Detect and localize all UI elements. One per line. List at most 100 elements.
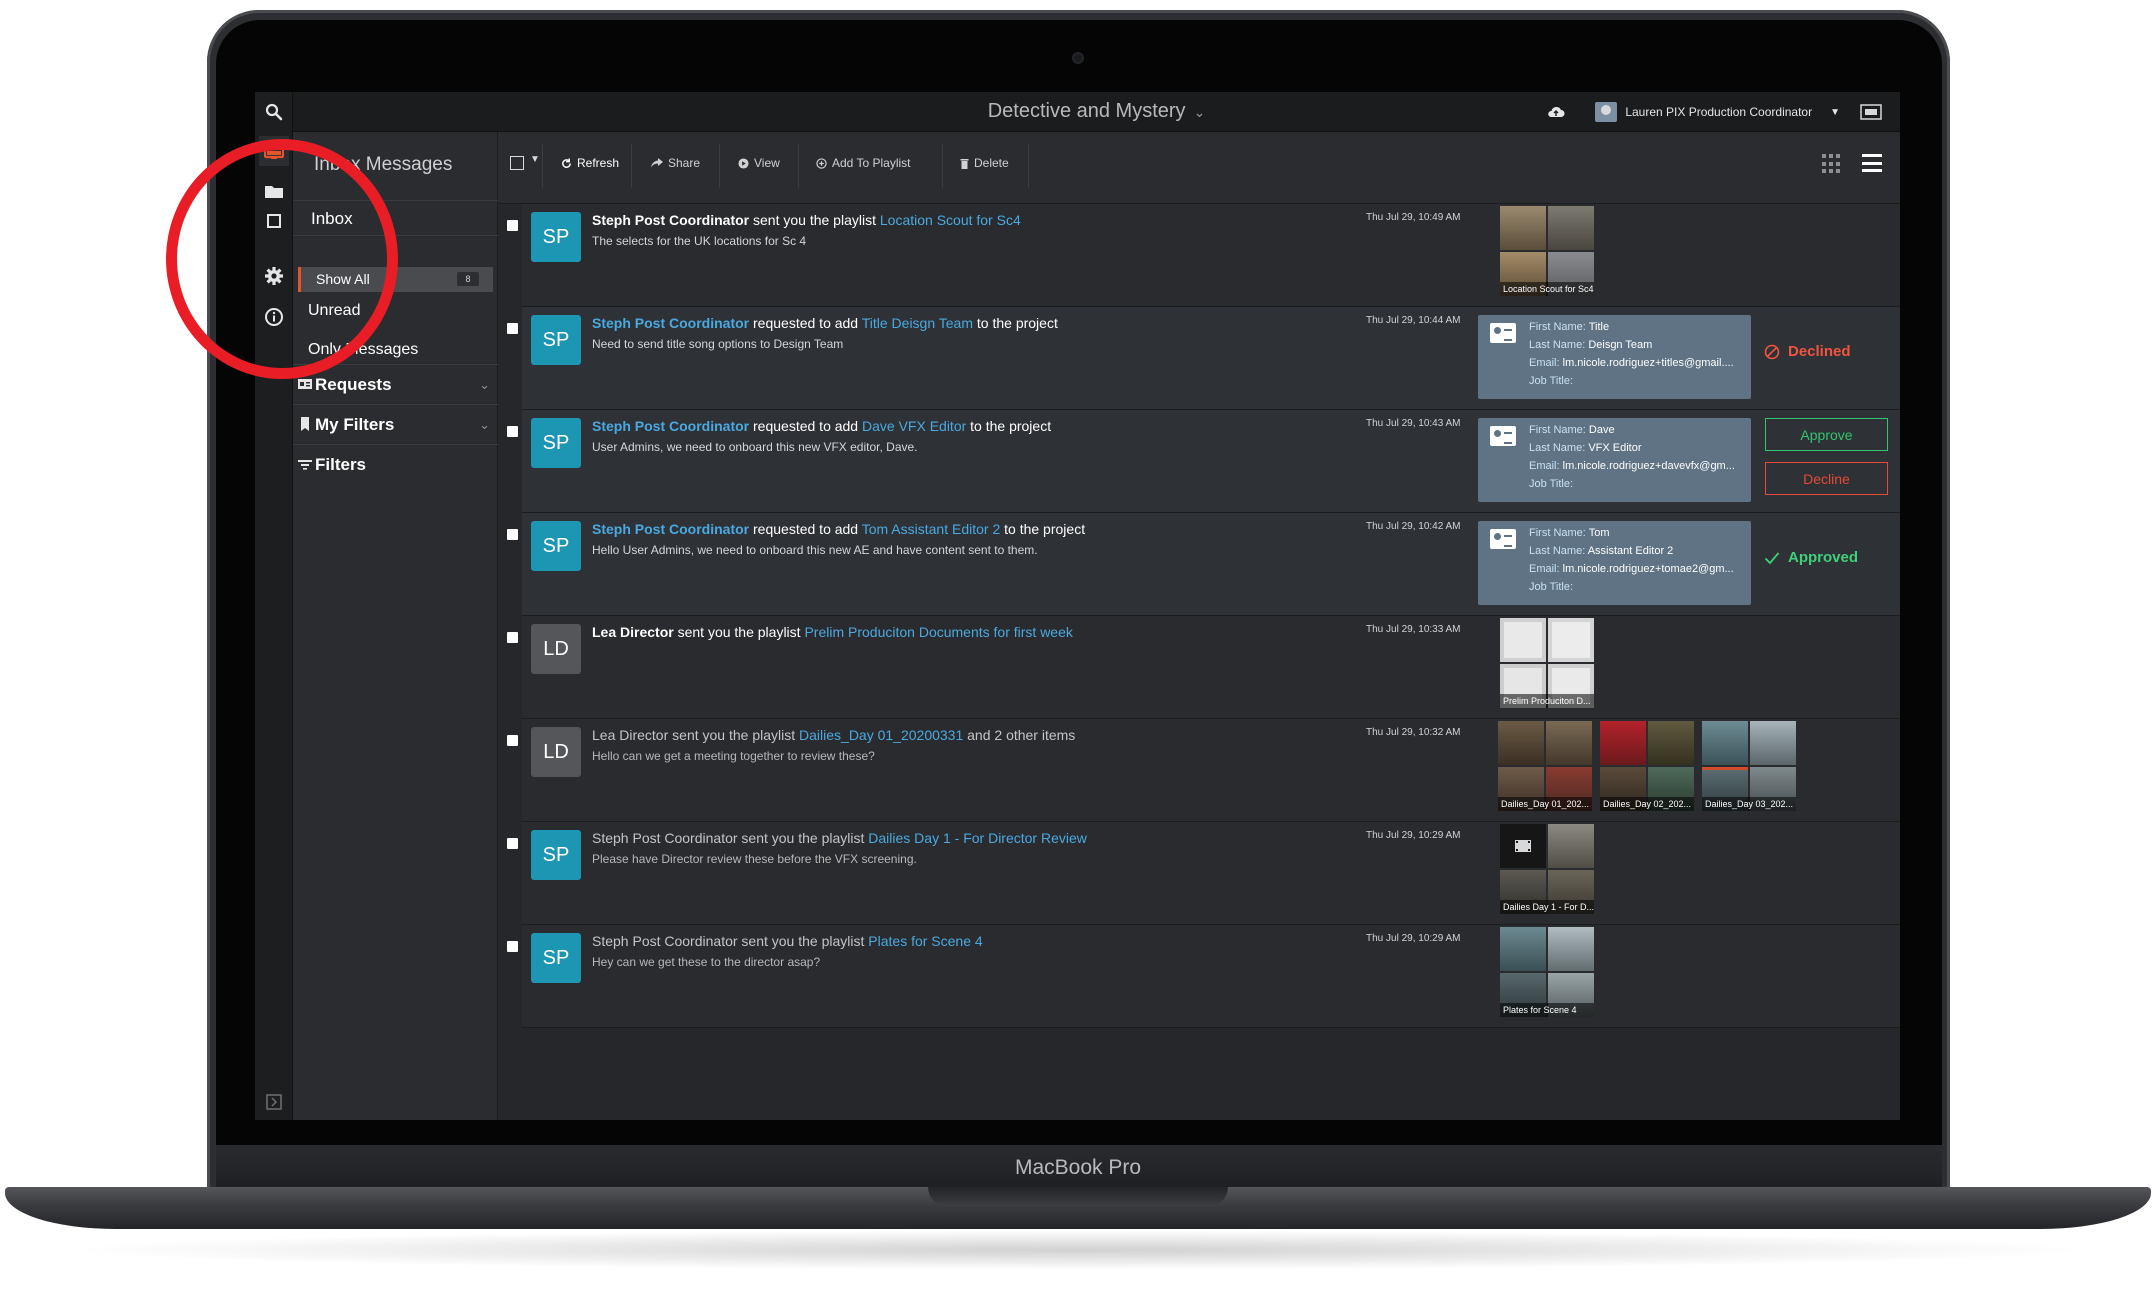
row-checkbox[interactable] — [507, 529, 518, 540]
playlist-thumbnails[interactable]: Plates for Scene 4 — [1500, 927, 1594, 1017]
message-row[interactable]: SP Steph Post Coordinator requested to a… — [507, 513, 1900, 616]
playlist-thumbnails[interactable]: Prelim Produciton D... — [1500, 618, 1594, 708]
playlist-link[interactable]: Plates for Scene 4 — [868, 933, 982, 949]
project-title: Detective and Mystery — [987, 100, 1186, 122]
sender-name: Steph Post Coordinator — [592, 933, 738, 949]
playlist-thumbnail[interactable]: Location Scout for Sc4 — [1500, 206, 1594, 296]
user-menu[interactable]: Lauren PIX Production Coordinator ▼ — [1547, 102, 1840, 122]
playlist-thumbnails[interactable]: Dailies_Day 01_202... Dailies_Day 02_202… — [1498, 721, 1796, 811]
avatar: SP — [531, 418, 581, 468]
request-link[interactable]: Tom Assistant Editor 2 — [862, 521, 1001, 537]
thumbnail-caption: Location Scout for Sc4 — [1500, 282, 1594, 296]
device-shadow — [60, 1230, 2096, 1270]
app-screen: Detective and Mystery ⌄ Lauren PIX Produc… — [255, 92, 1900, 1120]
card-job-title: Job Title: — [1529, 478, 1574, 490]
message-body: Hello User Admins, we need to onboard th… — [592, 543, 1038, 557]
grid-view-icon[interactable] — [1822, 154, 1842, 174]
playlist-thumbnail[interactable]: Dailies_Day 01_202... — [1498, 721, 1592, 811]
select-dropdown-icon[interactable]: ▼ — [530, 154, 540, 165]
message-body: Please have Director review these before… — [592, 852, 917, 866]
message-date: Thu Jul 29, 10:44 AM — [1366, 315, 1461, 326]
show-all-count-badge: 8 — [457, 272, 479, 286]
thumbnail-caption: Prelim Produciton D... — [1500, 694, 1594, 708]
sender-name: Steph Post Coordinator — [592, 830, 738, 846]
playlist-thumbnail[interactable]: Dailies Day 1 - For D... — [1500, 824, 1594, 914]
add-to-playlist-button[interactable]: Add To Playlist — [816, 156, 911, 170]
message-title: Steph Post Coordinator sent you the play… — [592, 212, 1021, 228]
message-row[interactable]: SP Steph Post Coordinator sent you the p… — [507, 204, 1900, 307]
my-filters-label: My Filters — [315, 415, 395, 434]
row-checkbox[interactable] — [507, 632, 518, 643]
select-all-checkbox[interactable] — [510, 156, 524, 170]
share-button[interactable]: Share — [651, 156, 700, 170]
delete-label: Delete — [974, 156, 1009, 170]
refresh-button[interactable]: Refresh — [561, 156, 619, 170]
message-row[interactable]: LD Lea Director sent you the playlist Pr… — [507, 616, 1900, 719]
toolbar-divider — [798, 144, 799, 188]
search-icon[interactable] — [259, 97, 289, 127]
row-checkbox[interactable] — [507, 323, 518, 334]
status-label: Approved — [1788, 549, 1859, 566]
playlist-link[interactable]: Dailies Day 1 - For Director Review — [868, 830, 1087, 846]
playlist-thumbnail[interactable]: Dailies_Day 03_202... — [1702, 721, 1796, 811]
playlist-thumbnail[interactable]: Prelim Produciton D... — [1500, 618, 1594, 708]
user-dropdown-icon[interactable]: ▼ — [1830, 107, 1840, 118]
share-icon — [651, 158, 663, 168]
message-date: Thu Jul 29, 10:29 AM — [1366, 830, 1461, 841]
card-first-name: First Name: Dave — [1529, 424, 1615, 436]
request-link[interactable]: Dave VFX Editor — [862, 418, 966, 434]
avatar — [1595, 102, 1618, 122]
message-row[interactable]: SP Steph Post Coordinator requested to a… — [507, 307, 1900, 410]
cloud-upload-icon[interactable] — [1547, 105, 1565, 119]
row-checkbox[interactable] — [507, 426, 518, 437]
list-view-icon[interactable] — [1862, 154, 1882, 172]
row-checkbox[interactable] — [507, 220, 518, 231]
avatar: LD — [531, 727, 581, 777]
playlist-link[interactable]: Dailies_Day 01_20200331 — [799, 727, 963, 743]
playlist-thumbnails[interactable]: Location Scout for Sc4 — [1500, 206, 1594, 296]
sender-name: Lea Director — [592, 727, 669, 743]
message-row[interactable]: SP Steph Post Coordinator sent you the p… — [507, 925, 1900, 1028]
bookmark-icon — [297, 416, 313, 432]
playlist-link[interactable]: Prelim Produciton Documents for first we… — [804, 624, 1072, 640]
sender-name[interactable]: Steph Post Coordinator — [592, 315, 749, 331]
expand-panel-icon[interactable] — [259, 1087, 289, 1117]
avatar: SP — [531, 521, 581, 571]
avatar: SP — [531, 315, 581, 365]
message-suffix: to the project — [973, 315, 1058, 331]
message-action: sent you the playlist — [673, 624, 805, 640]
playlist-thumbnails[interactable]: Dailies Day 1 - For D... — [1500, 824, 1594, 914]
filters-section[interactable]: Filters — [293, 444, 498, 484]
playlist-thumbnail[interactable]: Plates for Scene 4 — [1500, 927, 1594, 1017]
my-filters-section[interactable]: My Filters ⌄ — [293, 404, 498, 444]
playlist-link[interactable]: Location Scout for Sc4 — [880, 212, 1021, 228]
message-date: Thu Jul 29, 10:42 AM — [1366, 521, 1461, 532]
playlist-thumbnail[interactable]: Dailies_Day 02_202... — [1600, 721, 1694, 811]
row-checkbox[interactable] — [507, 735, 518, 746]
row-checkbox[interactable] — [507, 941, 518, 952]
message-date: Thu Jul 29, 10:49 AM — [1366, 212, 1461, 223]
decline-button[interactable]: Decline — [1765, 462, 1888, 495]
add-circle-icon — [816, 157, 827, 169]
row-checkbox[interactable] — [507, 838, 518, 849]
request-link[interactable]: Title Deisgn Team — [862, 315, 973, 331]
sender-name[interactable]: Steph Post Coordinator — [592, 418, 749, 434]
refresh-icon — [562, 157, 571, 168]
message-body: User Admins, we need to onboard this new… — [592, 440, 918, 454]
macbook-mockup: MacBook Pro Detective and Mystery ⌄ Laur… — [0, 0, 2156, 1310]
card-email: Email: lm.nicole.rodriguez+davevfx@gm... — [1529, 460, 1735, 472]
chevron-down-icon: ⌄ — [479, 417, 490, 432]
card-last-name: Last Name: Deisgn Team — [1529, 339, 1653, 351]
requests-icon — [297, 376, 313, 392]
annotation-circle — [166, 139, 398, 379]
message-row[interactable]: LD Lea Director sent you the playlist Da… — [507, 719, 1900, 822]
message-title: Steph Post Coordinator sent you the play… — [592, 933, 983, 949]
message-row[interactable]: SP Steph Post Coordinator sent you the p… — [507, 822, 1900, 925]
approve-button[interactable]: Approve — [1765, 418, 1888, 451]
delete-button[interactable]: Delete — [960, 156, 1009, 170]
status-badge: Approved — [1764, 549, 1858, 566]
fullscreen-icon[interactable] — [1860, 103, 1882, 126]
sender-name[interactable]: Steph Post Coordinator — [592, 521, 749, 537]
message-row[interactable]: SP Steph Post Coordinator requested to a… — [507, 410, 1900, 513]
view-button[interactable]: View — [738, 156, 780, 170]
